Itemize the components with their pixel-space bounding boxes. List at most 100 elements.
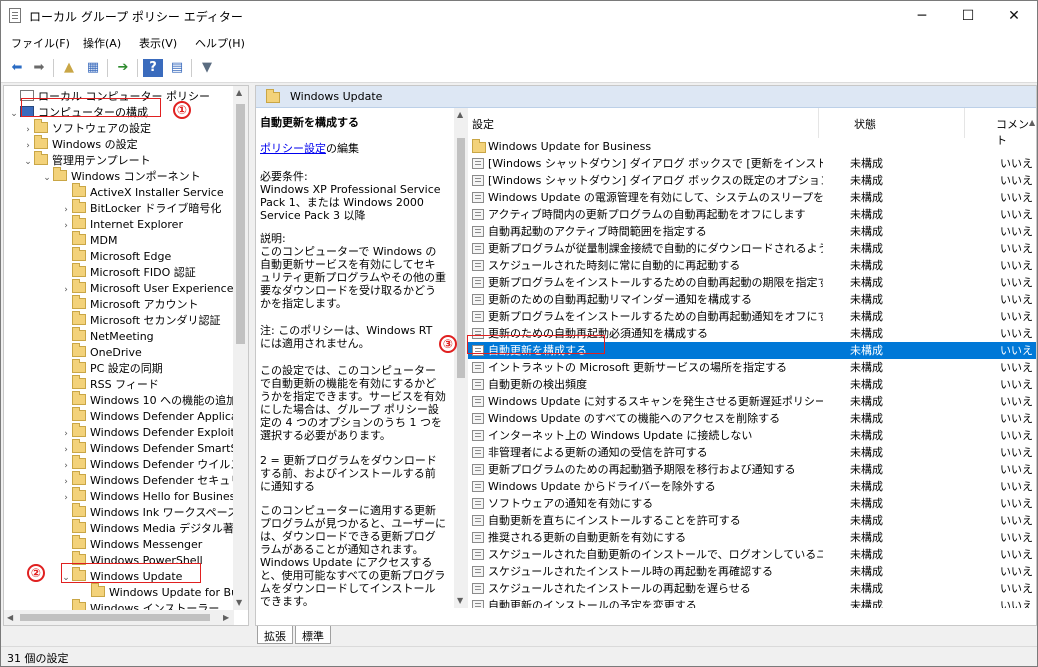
setting-row[interactable]: スケジュールされた自動更新のインストールで、ログオンしているユーザーがいる場合に…	[468, 546, 1036, 563]
setting-row[interactable]: スケジュールされた時刻に常に自動的に再起動する 未構成 いいえ	[468, 257, 1036, 274]
scroll-up-arrow-icon[interactable]: ▲	[457, 110, 463, 119]
chevron-right-icon[interactable]: ›	[60, 202, 72, 218]
scroll-right-arrow-icon[interactable]: ▶	[223, 613, 229, 622]
settings-scrollbar[interactable]: ▲	[1028, 116, 1036, 586]
tree-item[interactable]: Microsoft アカウント	[60, 295, 199, 313]
menu-action[interactable]: 操作(A)	[83, 35, 121, 51]
setting-row[interactable]: イントラネットの Microsoft 更新サービスの場所を指定する 未構成 いいえ	[468, 359, 1036, 376]
forward-icon[interactable]: ➡	[29, 59, 49, 77]
chevron-right-icon[interactable]: ›	[22, 138, 34, 154]
help-icon[interactable]: ?	[143, 59, 163, 77]
export-list-icon[interactable]: ➔	[113, 59, 133, 77]
setting-row[interactable]: ソフトウェアの通知を有効にする 未構成 いいえ	[468, 495, 1036, 512]
scroll-thumb[interactable]	[236, 104, 245, 344]
scroll-thumb[interactable]	[20, 614, 210, 621]
menu-view[interactable]: 表示(V)	[139, 35, 177, 51]
chevron-right-icon[interactable]: ›	[60, 426, 72, 442]
setting-row[interactable]: アクティブ時間内の更新プログラムの自動再起動をオフにします 未構成 いいえ	[468, 206, 1036, 223]
setting-row[interactable]: [Windows シャットダウン] ダイアログ ボックスで [更新をインストール…	[468, 155, 1036, 172]
setting-row[interactable]: 推奨される更新の自動更新を有効にする 未構成 いいえ	[468, 529, 1036, 546]
scroll-up-arrow-icon[interactable]: ▲	[1029, 118, 1035, 127]
tree-item[interactable]: Windows 10 への機能の追加	[60, 391, 237, 409]
tab-extended[interactable]: 拡張	[257, 626, 293, 644]
setting-row[interactable]: インターネット上の Windows Update に接続しない 未構成 いいえ	[468, 427, 1036, 444]
tree-item[interactable]: › Windows Hello for Business	[60, 487, 241, 506]
tree-item[interactable]: Microsoft セカンダリ認証	[60, 311, 221, 329]
setting-row[interactable]: Windows Update からドライバーを除外する 未構成 いいえ	[468, 478, 1036, 495]
minimize-button[interactable]: ─	[899, 1, 945, 31]
setting-row[interactable]: 自動更新を直ちにインストールすることを許可する 未構成 いいえ	[468, 512, 1036, 529]
tree-item[interactable]: ActiveX Installer Service	[60, 183, 224, 201]
tree-item[interactable]: › Windows Defender Exploit	[60, 423, 235, 442]
tree-item[interactable]: ⌄ 管理用テンプレート	[22, 151, 151, 170]
tree-item[interactable]: › Windows Defender セキュリティ	[60, 471, 248, 490]
setting-row[interactable]: スケジュールされたインストール時の再起動を再確認する 未構成 いいえ	[468, 563, 1036, 580]
setting-name: Windows Update のすべての機能へのアクセスを削除する	[488, 412, 781, 425]
tree-item[interactable]: MDM	[60, 231, 117, 249]
setting-row[interactable]: 非管理者による更新の通知の受信を許可する 未構成 いいえ	[468, 444, 1036, 461]
setting-row[interactable]: 更新のための自動再起動リマインダー通知を構成する 未構成 いいえ	[468, 291, 1036, 308]
setting-row[interactable]: 自動更新のインストールの予定を変更する 未構成 いいえ	[468, 597, 1036, 608]
tree-item[interactable]: Windows Ink ワークスペース	[60, 503, 238, 521]
chevron-right-icon[interactable]: ›	[60, 458, 72, 474]
tree-item[interactable]: › BitLocker ドライブ暗号化	[60, 199, 221, 218]
back-icon[interactable]: ⬅	[7, 59, 27, 77]
annotation-box-computer-config	[21, 98, 161, 117]
setting-row[interactable]: 更新プログラムのための再起動猶予期限を移行および通知する 未構成 いいえ	[468, 461, 1036, 478]
column-divider[interactable]	[818, 108, 819, 138]
folder-icon	[34, 119, 48, 133]
up-folder-icon[interactable]: ▲	[59, 59, 79, 77]
menu-help[interactable]: ヘルプ(H)	[195, 35, 245, 51]
tree-item[interactable]: › Windows Defender SmartScreen	[60, 439, 248, 458]
chevron-right-icon[interactable]: ›	[60, 282, 72, 298]
scroll-thumb[interactable]	[457, 138, 465, 378]
tree-item[interactable]: Windows Media デジタル著作権	[60, 519, 248, 537]
setting-row[interactable]: [Windows シャットダウン] ダイアログ ボックスの既定のオプションを調整…	[468, 172, 1036, 189]
chevron-right-icon[interactable]: ›	[60, 474, 72, 490]
chevron-right-icon[interactable]: ›	[22, 122, 34, 138]
scroll-up-arrow-icon[interactable]: ▲	[236, 88, 242, 97]
tree-vertical-scrollbar[interactable]: ▲ ▼	[233, 86, 248, 610]
chevron-down-icon[interactable]: ⌄	[22, 154, 34, 170]
maximize-button[interactable]: ☐	[945, 1, 991, 31]
setting-row[interactable]: 自動更新の検出頻度 未構成 いいえ	[468, 376, 1036, 393]
close-button[interactable]: ✕	[991, 1, 1037, 31]
setting-row[interactable]: Windows Update のすべての機能へのアクセスを削除する 未構成 いいえ	[468, 410, 1036, 427]
edit-policy-link[interactable]: ポリシー設定	[260, 142, 326, 155]
column-setting[interactable]: 設定	[472, 116, 494, 132]
scroll-left-arrow-icon[interactable]: ◀	[7, 613, 13, 622]
setting-row[interactable]: Windows Update に対するスキャンを発生させる更新遅延ポリシーを許可…	[468, 393, 1036, 410]
description-scrollbar[interactable]: ▲ ▼	[454, 108, 468, 608]
setting-row[interactable]: 更新プログラムをインストールするための自動再起動の期限を指定する 未構成 いいえ	[468, 274, 1036, 291]
setting-row[interactable]: Windows Update for Business	[468, 138, 1036, 155]
tree-item[interactable]: Windows Update for Business	[79, 583, 248, 601]
column-divider[interactable]	[964, 108, 965, 138]
column-state[interactable]: 状態	[854, 116, 876, 132]
settings-list[interactable]: 設定 状態 コメント Windows Update for Business [W…	[468, 108, 1036, 608]
chevron-right-icon[interactable]: ›	[60, 218, 72, 234]
chevron-right-icon[interactable]: ›	[60, 490, 72, 506]
setting-row[interactable]: Windows Update の電源管理を有効にして、システムのスリープを自動的…	[468, 189, 1036, 206]
tree-item[interactable]: Windows Messenger	[60, 535, 202, 553]
tree-horizontal-scrollbar[interactable]: ◀ ▶	[4, 610, 234, 625]
tree-item[interactable]: Microsoft FIDO 認証	[60, 263, 196, 281]
setting-row[interactable]: 更新プログラムをインストールするための自動再起動通知をオフにする 未構成 いいえ	[468, 308, 1036, 325]
tree-item[interactable]: ⌄ Windows コンポーネント	[41, 167, 201, 186]
tree-item[interactable]: Windows Defender Application	[60, 407, 248, 425]
setting-row[interactable]: 自動再起動のアクティブ時間範囲を指定する 未構成 いいえ	[468, 223, 1036, 240]
setting-row[interactable]: 更新プログラムが従量制課金接続で自動的にダウンロードされるようにする未構成いいえ	[468, 240, 1036, 257]
filter-icon[interactable]: ▼	[197, 59, 217, 77]
show-hide-tree-icon[interactable]: ▦	[83, 59, 103, 77]
menu-file[interactable]: ファイル(F)	[11, 35, 70, 51]
chevron-down-icon[interactable]: ⌄	[41, 170, 53, 186]
tree-item[interactable]: › Microsoft User Experience	[60, 279, 233, 298]
scroll-down-arrow-icon[interactable]: ▼	[457, 596, 463, 605]
properties-icon[interactable]: ▤	[167, 59, 187, 77]
chevron-right-icon[interactable]: ›	[60, 442, 72, 458]
tree-item[interactable]: › Windows Defender ウイルス	[60, 455, 241, 474]
scroll-down-arrow-icon[interactable]: ▼	[236, 598, 242, 607]
tab-standard[interactable]: 標準	[295, 626, 331, 644]
navigation-tree[interactable]: ローカル コンピューター ポリシー ⌄ コンピューターの構成 › ソフトウェアの設定 › W…	[3, 85, 249, 626]
setting-row[interactable]: スケジュールされたインストールの再起動を遅らせる 未構成 いいえ	[468, 580, 1036, 597]
chevron-down-icon[interactable]: ⌄	[8, 106, 20, 122]
